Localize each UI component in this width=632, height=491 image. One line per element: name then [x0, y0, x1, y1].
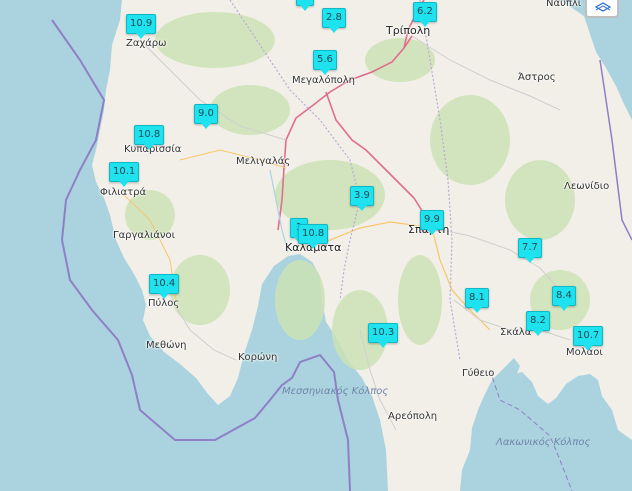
marker-sparti-south[interactable]: 8.1 [465, 288, 489, 313]
marker-tripoli[interactable]: 6.2 [413, 2, 437, 27]
marker-sparti[interactable]: 9.9 [420, 210, 444, 235]
place-label-pylos: Πύλος [148, 298, 180, 309]
place-label-meligalas: Μελιγαλάς [236, 156, 291, 167]
place-label-methoni: Μεθώνη [146, 340, 187, 351]
sea-label-lakonikos: Λακωνικός Κόλπος [496, 437, 591, 448]
place-label-megalopoli: Μεγαλόπολη [292, 75, 355, 86]
marker-skala[interactable]: 8.2 [526, 311, 550, 336]
marker-north[interactable]: 2.8 [322, 8, 346, 33]
map-canvas[interactable]: Ζαχάρω Κυπαρισσία Φιλιατρά Γαργαλιάνοι Π… [0, 0, 632, 491]
marker-zacharo[interactable]: 10.9 [126, 14, 157, 39]
marker-megalopoli[interactable]: 5.6 [313, 50, 337, 75]
marker-molaoi[interactable]: 10.7 [573, 326, 604, 351]
layers-control-button[interactable] [585, 0, 619, 18]
marker-ne-kyparissia[interactable]: 9.0 [194, 104, 218, 129]
marker-kalamata[interactable]: 10.8 [298, 224, 329, 249]
marker-pylos[interactable]: 10.4 [149, 274, 180, 299]
place-label-astros: Άστρος [518, 72, 556, 83]
place-label-gytheio: Γύθειο [462, 368, 495, 379]
sea-label-messiniakos: Μεσσηνιακός Κόλπος [282, 386, 389, 397]
marker-east[interactable]: 7.7 [518, 238, 542, 263]
marker-top-hidden[interactable] [296, 0, 314, 11]
marker-central[interactable]: 3.9 [350, 186, 374, 211]
marker-kyparissia[interactable]: 10.8 [134, 125, 165, 150]
place-label-leonidio: Λεωνίδιο [564, 181, 610, 192]
place-label-gargaliani: Γαργαλιάνοι [113, 230, 176, 241]
marker-filiatra[interactable]: 10.1 [109, 162, 140, 187]
place-label-koroni: Κορώνη [238, 352, 278, 363]
place-label-nafplio: Ναύπλι [546, 0, 582, 9]
layers-icon [595, 2, 611, 12]
marker-molaoi-north[interactable]: 8.4 [552, 286, 576, 311]
place-label-areopoli: Αρεόπολη [388, 411, 438, 422]
place-label-zacharo: Ζαχάρω [126, 38, 167, 49]
place-label-filiatra: Φιλιατρά [100, 187, 147, 198]
marker-mani[interactable]: 10.3 [368, 323, 399, 348]
